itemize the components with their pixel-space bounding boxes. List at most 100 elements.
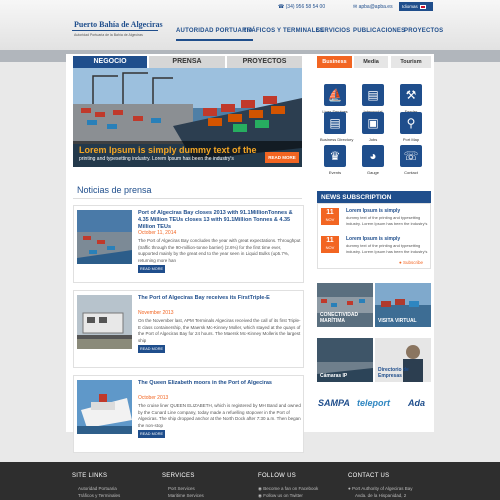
sponsor-teleport[interactable]: teleport — [357, 398, 390, 408]
subscribe-link[interactable]: ● Subscribe — [399, 260, 423, 265]
phone-number: (34) 956 58 54 00 — [285, 4, 326, 10]
footer-link-label: Follow us on Twitter — [263, 493, 303, 498]
article-body: The Port of Algeciras Bay concludes the … — [138, 238, 301, 263]
service-label: Business Directory — [320, 137, 354, 142]
footer-link-label: Become a fan on Facebook — [263, 486, 319, 491]
language-selector[interactable]: Idiomas — [399, 2, 433, 11]
footer-heading-services: SERVICES — [162, 473, 195, 479]
article-date: October 11, 2014 — [138, 230, 177, 236]
footer-heading-contact-us: CONTACT US — [348, 473, 390, 479]
news-month: NOV — [325, 217, 335, 222]
promo-visita-virtual[interactable]: VISITA VIRTUAL — [375, 283, 431, 327]
gauge-icon: ◕ — [362, 145, 384, 167]
promo-directorio-empresas[interactable]: Directorio de Empresas — [375, 338, 431, 382]
tab-proyectos[interactable]: PROYECTOS — [227, 56, 302, 68]
tab-tourism[interactable]: Tourism — [391, 56, 431, 68]
promo-conectividad-maritima[interactable]: CONECTIVIDAD MARÍTIMA — [317, 283, 373, 327]
nav-autoridad-portuaria[interactable]: AUTORIDAD PORTUARIA — [176, 28, 254, 41]
location-icon: ● — [348, 486, 351, 491]
service-events[interactable]: ♛ Events — [320, 145, 350, 175]
footer-heading-site-links: SITE LINKS — [72, 473, 108, 479]
article-title[interactable]: Port of Algeciras Bay closes 2013 with 9… — [138, 210, 301, 231]
service-liner-services[interactable]: ⛵ Liner Services — [320, 84, 350, 114]
email-contact[interactable]: ✉ apba@apba.es — [353, 4, 393, 10]
service-label: Contact — [404, 170, 418, 175]
article-date: October 2013 — [138, 395, 169, 401]
article-image-port — [77, 210, 132, 264]
footer-contact-line: ● Port Authority of Algeciras Bay — [348, 486, 413, 491]
logo-title: Puerto Bahía de Algeciras — [74, 20, 163, 29]
service-intermodal[interactable]: ▤ Intermodal — [358, 84, 388, 114]
footer-social-link[interactable]: ◉ Follow us on Twitter — [258, 493, 303, 499]
article-title[interactable]: The Port of Algeciras Bay receives its F… — [138, 295, 301, 302]
language-label: Idiomas — [402, 4, 418, 9]
news-text: dummy text of the printing and typesetti… — [346, 243, 428, 254]
article-date: November 2013 — [138, 310, 174, 316]
promo-label: VISITA VIRTUAL — [378, 318, 417, 324]
service-gauge[interactable]: ◕ Gauge — [358, 145, 388, 175]
email-address: apba@apba.es — [358, 4, 393, 10]
footer-social-link[interactable]: ◉ Become a fan on Facebook — [258, 486, 318, 492]
news-card: The Queen Elizabeth moors in the Port of… — [73, 375, 304, 453]
tab-negocio[interactable]: NEGOCIO — [73, 56, 147, 68]
service-label: Jobs — [368, 137, 378, 142]
news-day: 11 — [326, 209, 334, 216]
subscribe-label: Subscribe — [402, 260, 423, 265]
promo-label: Directorio de Empresas — [378, 367, 409, 379]
service-port-map[interactable]: ⚲ Port Map — [396, 112, 426, 142]
article-title[interactable]: The Queen Elizabeth moors in the Port of… — [138, 380, 301, 387]
article-body: On the November last, APM Terminals Alge… — [138, 318, 301, 343]
news-day: 11 — [326, 237, 334, 244]
train-icon: ▤ — [362, 84, 384, 106]
news-card: Port of Algeciras Bay closes 2013 with 9… — [73, 205, 304, 283]
map-pin-icon: ⚲ — [400, 112, 422, 134]
nav-proyectos[interactable]: PROYECTOS — [404, 28, 443, 34]
pillar-icon: ♛ — [324, 145, 346, 167]
phone-icon: ☏ — [400, 145, 422, 167]
service-feeder[interactable]: ⚒ Feeder — [396, 84, 426, 114]
sponsor-sampa[interactable]: SAMPA — [318, 398, 350, 408]
nav-servicios[interactable]: SERVICIOS — [316, 28, 350, 34]
phone-contact[interactable]: ☎ (34) 956 58 54 00 — [278, 4, 325, 10]
news-headline: Lorem Ipsum is simply — [346, 236, 401, 242]
hero-title: Lorem Ipsum is simply dummy text of the — [79, 145, 257, 155]
news-text: dummy text of the printing and typesetti… — [346, 215, 428, 226]
read-more-button[interactable]: READ MORE — [138, 345, 165, 353]
footer-link[interactable]: Maritime Services — [168, 493, 204, 498]
tab-media[interactable]: Media — [354, 56, 388, 68]
article-image-cruise — [77, 380, 132, 434]
nav-publicaciones[interactable]: PUBLICACIONES — [353, 28, 405, 34]
service-label: Events — [328, 170, 342, 175]
promo-camaras-ip[interactable]: Cámaras IP — [317, 338, 373, 382]
promo-label: CONECTIVIDAD MARÍTIMA — [320, 312, 359, 324]
sponsor-ada[interactable]: Ada — [408, 398, 425, 408]
footer-link[interactable]: Autoridad Portuaria — [78, 486, 117, 491]
hero-read-more-button[interactable]: READ MORE — [265, 152, 299, 163]
uk-flag-icon — [419, 4, 426, 9]
tab-business[interactable]: Business — [317, 56, 352, 68]
newsletter-item[interactable]: 11 NOV Lorem Ipsum is simply dummy text … — [321, 208, 427, 232]
logo-rule — [72, 30, 158, 31]
nav-traficos-terminales[interactable]: TRÁFICOS Y TERMINALES — [243, 28, 324, 34]
service-label: Port Map — [402, 137, 420, 142]
service-contact[interactable]: ☏ Contact — [396, 145, 426, 175]
article-image-train — [77, 295, 132, 349]
site-logo[interactable]: Puerto Bahía de Algeciras Autoridad Port… — [70, 18, 163, 44]
book-icon: ▤ — [324, 112, 346, 134]
newsletter-item[interactable]: 11 NOV Lorem Ipsum is simply dummy text … — [321, 236, 427, 260]
footer-contact-line: Avda. de la Hispanidad, 2 — [355, 493, 407, 498]
news-month: NOV — [325, 245, 335, 250]
section-title: Noticias de prensa — [77, 185, 152, 195]
service-jobs[interactable]: ▣ Jobs — [358, 112, 388, 142]
read-more-button[interactable]: READ MORE — [138, 265, 165, 273]
briefcase-icon: ▣ — [362, 112, 384, 134]
service-business-directory[interactable]: ▤ Business Directory — [320, 112, 354, 142]
news-date-badge: 11 NOV — [321, 208, 339, 225]
footer-contact-text: Port Authority of Algeciras Bay — [351, 486, 413, 491]
read-more-button[interactable]: READ MORE — [138, 430, 165, 438]
footer-link[interactable]: Port Services — [168, 486, 195, 491]
logo-subtitle: Autoridad Portuaria de la Bahía de Algec… — [74, 33, 143, 37]
footer-link[interactable]: Tráficos y Terminales — [78, 493, 120, 498]
tab-prensa[interactable]: PRENSA — [149, 56, 225, 68]
hero-text: printing and typesetting industry. Lorem… — [79, 156, 234, 162]
